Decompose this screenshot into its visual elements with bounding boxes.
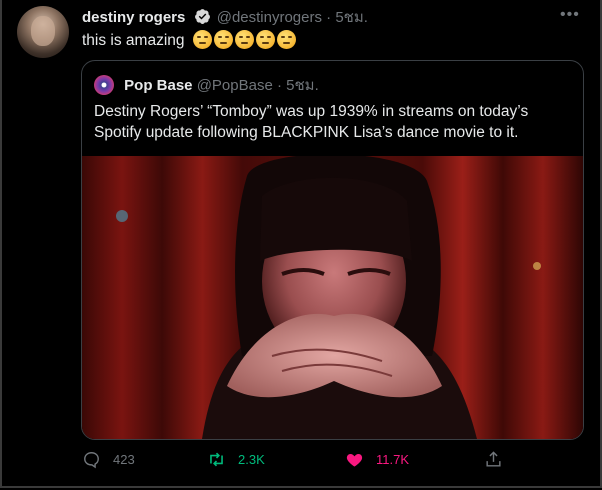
- tweet-body: this is amazing: [82, 30, 296, 50]
- quoted-header: Pop Base @PopBase · 5ชม.: [94, 73, 319, 97]
- heart-icon: [346, 453, 363, 467]
- more-icon[interactable]: •••: [560, 6, 580, 24]
- rolling-eyes-emoji-icon: [234, 30, 254, 49]
- media-illustration: [82, 156, 583, 439]
- tweet-time[interactable]: 5ชม.: [335, 9, 368, 26]
- retweet-count: 2.3K: [238, 452, 265, 467]
- author-handle[interactable]: @destinyrogers: [217, 9, 322, 26]
- quoted-media-image[interactable]: [82, 156, 583, 439]
- quoted-time: 5ชม.: [286, 77, 319, 94]
- quoted-author-name: Pop Base: [124, 77, 193, 94]
- quoted-author-handle: @PopBase: [196, 77, 273, 94]
- quoted-text: Destiny Rogers’ “Tomboy” was up 1939% in…: [94, 103, 529, 141]
- rolling-eyes-emoji-icon: [213, 30, 233, 49]
- reply-icon: [84, 452, 99, 469]
- tweet-text: this is amazing: [82, 32, 185, 49]
- author-name[interactable]: destiny rogers: [82, 9, 185, 26]
- header-separator: ·: [326, 9, 332, 26]
- quoted-separator: ·: [276, 77, 282, 94]
- quoted-tweet-card[interactable]: Pop Base @PopBase · 5ชม. Destiny Rogers’…: [81, 60, 584, 440]
- tweet-header: destiny rogers @destinyrogers · 5ชม.: [82, 8, 368, 27]
- emoji-group: [192, 30, 296, 49]
- share-icon: [486, 451, 501, 467]
- tweet-actions: 423 2.3K 11.7K: [0, 450, 602, 474]
- retweet-button[interactable]: 2.3K: [207, 450, 265, 469]
- reply-button[interactable]: 423: [82, 450, 135, 469]
- share-button[interactable]: [484, 450, 515, 469]
- verified-badge-icon: [194, 9, 210, 24]
- reply-count: 423: [113, 452, 135, 467]
- quoted-avatar: [94, 75, 114, 95]
- retweet-icon: [210, 452, 223, 467]
- like-count: 11.7K: [376, 452, 410, 467]
- rolling-eyes-emoji-icon: [255, 30, 275, 49]
- rolling-eyes-emoji-icon: [276, 30, 296, 49]
- rolling-eyes-emoji-icon: [192, 30, 212, 49]
- like-button[interactable]: 11.7K: [345, 450, 409, 469]
- author-avatar[interactable]: [17, 6, 69, 58]
